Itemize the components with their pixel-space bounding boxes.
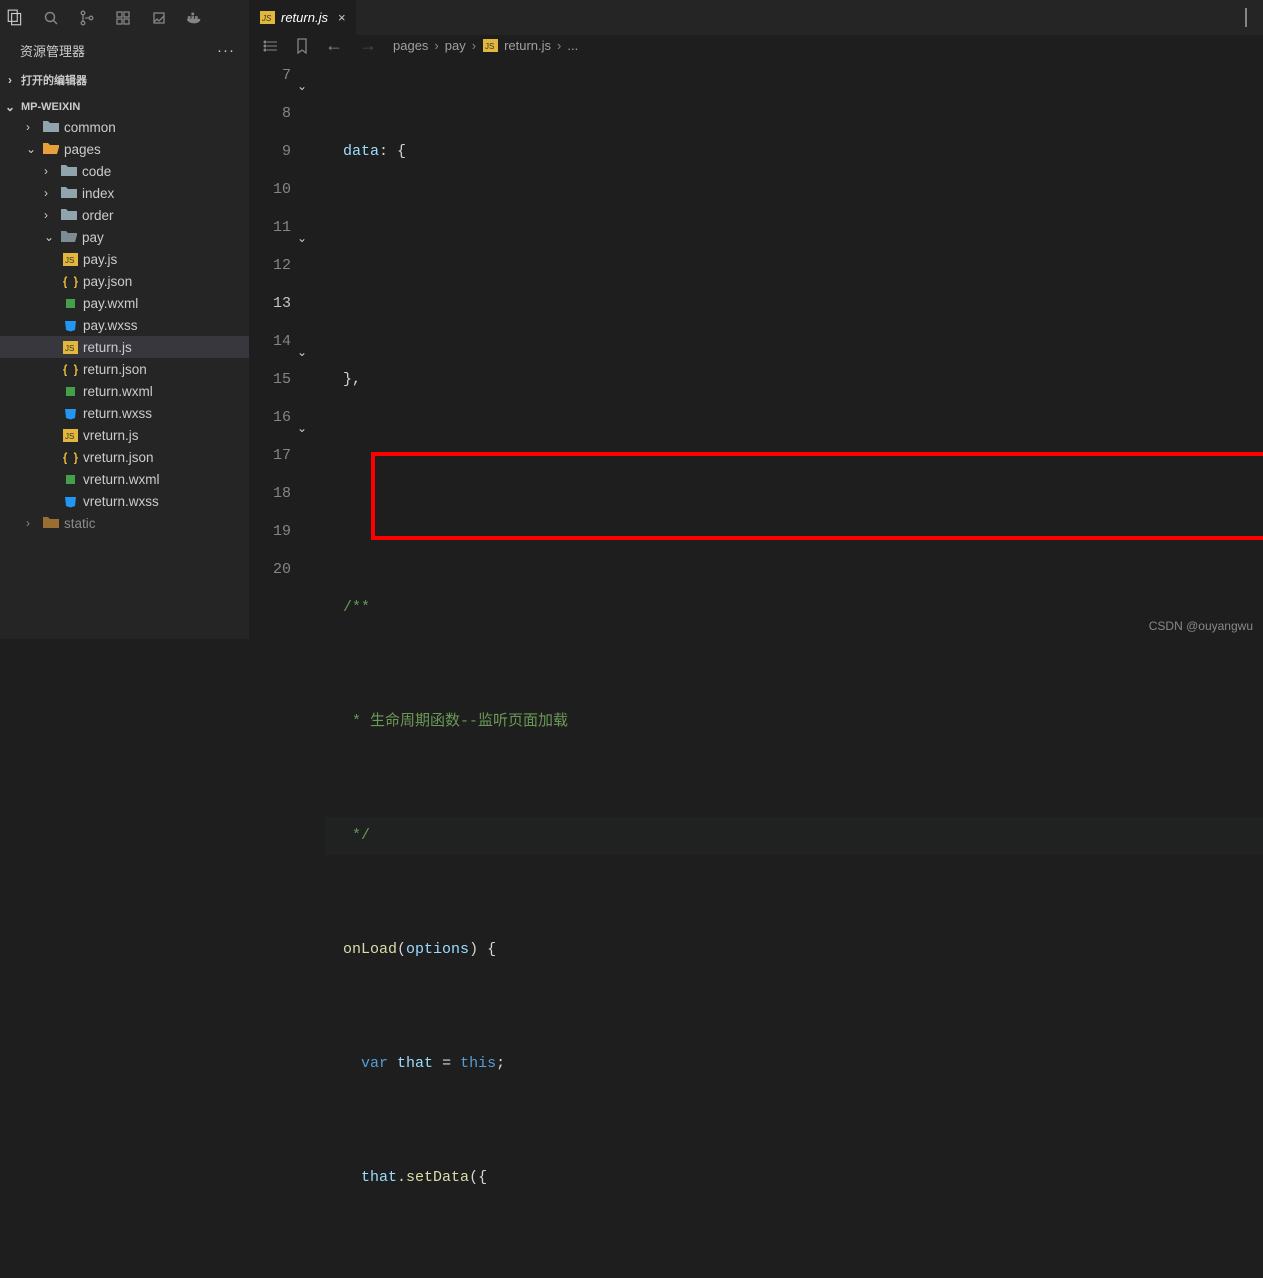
file-vreturnwxml[interactable]: vreturn.wxml (0, 468, 249, 490)
file-tree: ›common ⌄pages ›code ›index ›order ⌄pay … (0, 116, 249, 534)
code-area[interactable]: 7⌄ 8 9 10 11⌄ 12 13 14⌄ 15 16⌄ 17 18 19 … (249, 57, 1263, 1278)
fold-icon[interactable]: ⌄ (297, 220, 307, 258)
js-file-icon: JS (62, 428, 78, 442)
debug-icon[interactable] (150, 9, 168, 27)
json-file-icon (62, 274, 78, 288)
editor-panel: JS return.js × ← → pages› pay› JS return… (249, 0, 1263, 639)
js-file-icon: JS (62, 252, 78, 266)
folder-open-icon (61, 230, 77, 244)
line-gutter: 7⌄ 8 9 10 11⌄ 12 13 14⌄ 15 16⌄ 17 18 19 … (249, 57, 311, 1278)
svg-text:JS: JS (65, 256, 74, 265)
file-vreturnjson[interactable]: vreturn.json (0, 446, 249, 468)
folder-icon (61, 186, 77, 200)
folder-index[interactable]: ›index (0, 182, 249, 204)
file-returnjson[interactable]: return.json (0, 358, 249, 380)
file-payjs[interactable]: JSpay.js (0, 248, 249, 270)
split-editor-button[interactable] (1245, 9, 1263, 27)
folder-icon (61, 164, 77, 178)
chevron-right-icon: › (44, 208, 56, 222)
close-icon[interactable]: × (338, 10, 346, 25)
svg-text:JS: JS (485, 42, 494, 51)
tabs-bar: JS return.js × (249, 0, 1263, 35)
split-icon (1245, 8, 1247, 27)
bookmark-icon[interactable] (295, 38, 309, 54)
chevron-right-icon: › (26, 516, 38, 530)
js-file-icon: JS (482, 39, 498, 53)
folder-pages[interactable]: ⌄pages (0, 138, 249, 160)
svg-text:JS: JS (65, 344, 74, 353)
folder-static[interactable]: ›static (0, 512, 249, 534)
wxss-file-icon (62, 494, 78, 508)
json-file-icon (62, 450, 78, 464)
docker-icon[interactable] (186, 9, 204, 27)
svg-text:JS: JS (65, 432, 74, 441)
chevron-right-icon: › (44, 186, 56, 200)
wxml-file-icon (62, 296, 78, 310)
folder-icon (43, 516, 59, 530)
explorer-title: 资源管理器 (20, 41, 85, 60)
search-icon[interactable] (42, 9, 60, 27)
file-returnwxml[interactable]: return.wxml (0, 380, 249, 402)
editor-toolbar: ← → pages› pay› JS return.js› ... (249, 35, 1263, 57)
chevron-down-icon: ⌄ (44, 230, 56, 244)
folder-order[interactable]: ›order (0, 204, 249, 226)
watermark: CSDN @ouyangwu (1149, 619, 1253, 633)
extensions-icon[interactable] (114, 9, 132, 27)
file-payjson[interactable]: pay.json (0, 270, 249, 292)
wxml-file-icon (62, 384, 78, 398)
file-returnwxss[interactable]: return.wxss (0, 402, 249, 424)
sidebar: 资源管理器 ··· ›打开的编辑器 ⌄MP-WEIXIN ›common ⌄pa… (0, 0, 249, 639)
folder-pay[interactable]: ⌄pay (0, 226, 249, 248)
files-icon[interactable] (6, 9, 24, 27)
fold-icon[interactable]: ⌄ (297, 410, 307, 448)
folder-icon (61, 208, 77, 222)
wxss-file-icon (62, 406, 78, 420)
wxml-file-icon (62, 472, 78, 486)
file-vreturnwxss[interactable]: vreturn.wxss (0, 490, 249, 512)
svg-text:JS: JS (261, 14, 272, 23)
chevron-down-icon: ⌄ (4, 100, 16, 114)
folder-icon (43, 120, 59, 134)
chevron-right-icon: › (26, 120, 38, 134)
breadcrumb[interactable]: pages› pay› JS return.js› ... (393, 38, 578, 53)
js-file-icon: JS (259, 11, 275, 25)
folder-open-icon (43, 142, 59, 156)
chevron-right-icon: › (44, 164, 56, 178)
workspace-section[interactable]: ⌄MP-WEIXIN (0, 98, 249, 116)
code-content[interactable]: data: { }, /** * 生命周期函数--监听页面加载 */ onLoa… (311, 57, 1263, 1278)
list-icon[interactable] (263, 38, 279, 54)
tab-returnjs[interactable]: JS return.js × (249, 0, 356, 35)
chevron-right-icon: › (4, 73, 16, 87)
wxss-file-icon (62, 318, 78, 332)
file-vreturnjs[interactable]: JSvreturn.js (0, 424, 249, 446)
file-paywxss[interactable]: pay.wxss (0, 314, 249, 336)
scm-icon[interactable] (78, 9, 96, 27)
folder-common[interactable]: ›common (0, 116, 249, 138)
more-actions-icon[interactable]: ··· (217, 42, 235, 59)
chevron-down-icon: ⌄ (26, 142, 38, 156)
file-paywxml[interactable]: pay.wxml (0, 292, 249, 314)
open-editors-section[interactable]: ›打开的编辑器 (0, 70, 249, 90)
folder-code[interactable]: ›code (0, 160, 249, 182)
activity-bar (0, 0, 249, 35)
fold-icon[interactable]: ⌄ (297, 68, 307, 106)
nav-forward-icon[interactable]: → (359, 35, 377, 56)
fold-icon[interactable]: ⌄ (297, 334, 307, 372)
nav-back-icon[interactable]: ← (325, 35, 343, 56)
json-file-icon (62, 362, 78, 376)
tab-label: return.js (281, 10, 328, 25)
file-returnjs[interactable]: JSreturn.js (0, 336, 249, 358)
explorer-header: 资源管理器 ··· (0, 35, 249, 66)
js-file-icon: JS (62, 340, 78, 354)
